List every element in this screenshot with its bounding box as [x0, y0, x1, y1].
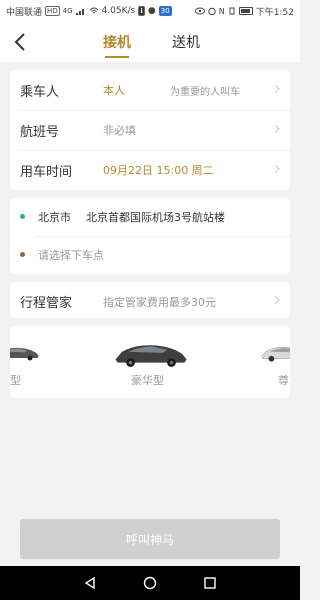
network-speed: 4.05K/s — [101, 6, 136, 16]
hd-badge: HD — [45, 6, 60, 16]
trip-form-card: 乘车人 本人 为重要的人叫车 航班号 非必填 用车时间 09月22日 15:00… — [10, 70, 290, 190]
car-icon[interactable] — [10, 340, 40, 366]
flight-label: 航班号 — [20, 124, 60, 140]
app-header: 接机 送机 — [0, 22, 300, 62]
car-type-label[interactable]: 型 — [10, 372, 21, 388]
location-card: 北京市 北京首都国际机场3号航站楼 请选择下车点 — [10, 198, 290, 274]
vibrate-icon — [229, 7, 235, 15]
system-nav-bar — [0, 566, 300, 600]
pickup-city[interactable]: 北京市 — [38, 209, 71, 225]
dropoff-location-row[interactable]: 请选择下车点 — [10, 236, 290, 274]
passenger-label: 乘车人 — [20, 84, 60, 100]
battery-icon — [238, 7, 253, 15]
car-type-luxury-label[interactable]: 豪华型 — [131, 372, 164, 388]
nav-back-icon — [84, 576, 95, 590]
pickup-dot-icon — [20, 214, 25, 219]
network-type: 4G — [62, 7, 73, 15]
nfc-icon: N — [218, 6, 225, 16]
time-label: 用车时间 — [20, 164, 73, 180]
back-arrow-icon — [14, 33, 25, 51]
pickup-location-row[interactable]: 北京市 北京首都国际机场3号航站楼 — [10, 198, 290, 236]
dropoff-input[interactable]: 请选择下车点 — [38, 247, 104, 263]
steward-value: 指定管家费用最多30元 — [103, 296, 216, 309]
nav-home-button[interactable] — [140, 573, 160, 593]
eye-icon — [194, 7, 205, 15]
app-notification-icon: ℹ — [138, 6, 145, 16]
chevron-right-icon — [274, 295, 280, 305]
alarm-icon — [208, 7, 216, 15]
tab-pickup[interactable]: 接机 — [103, 32, 131, 52]
call-for-others-hint[interactable]: 为重要的人叫车 — [170, 83, 240, 98]
chat-icon: ● — [147, 6, 156, 16]
nav-recents-button[interactable] — [200, 573, 220, 593]
nav-recents-icon — [204, 577, 216, 589]
time-value: 09月22日 15:00 周二 — [103, 164, 214, 177]
wifi-icon — [89, 7, 98, 14]
chevron-right-icon — [274, 84, 280, 94]
steward-label: 行程管家 — [20, 296, 73, 311]
luxury-car-icon[interactable] — [113, 340, 189, 368]
flight-row[interactable]: 航班号 非必填 — [10, 110, 290, 150]
active-tab-indicator — [105, 56, 129, 58]
flight-input[interactable]: 非必填 — [103, 122, 136, 138]
time-row[interactable]: 用车时间 09月22日 15:00 周二 — [10, 150, 290, 190]
premium-car-icon[interactable] — [260, 340, 290, 366]
passenger-row[interactable]: 乘车人 本人 为重要的人叫车 — [10, 70, 290, 110]
call-car-button[interactable]: 呼叫神马 — [20, 519, 280, 559]
signal-icon — [75, 9, 84, 15]
passenger-value: 本人 — [103, 84, 125, 97]
chevron-right-icon — [274, 124, 280, 134]
status-time: 下午1:52 — [255, 7, 294, 18]
carrier-name: 中国联通 — [6, 7, 43, 18]
dropoff-dot-icon — [20, 252, 25, 257]
tab-dropoff[interactable]: 送机 — [172, 32, 200, 52]
car-type-premium-label[interactable]: 尊 — [278, 372, 289, 388]
pickup-address[interactable]: 北京首都国际机场3号航站楼 — [86, 209, 225, 225]
nav-home-icon — [143, 576, 157, 590]
back-button[interactable] — [8, 28, 32, 56]
car-type-carousel[interactable]: 型 豪华型 尊 — [10, 326, 290, 398]
notification-badge: 30 — [158, 6, 172, 16]
chevron-right-icon — [274, 164, 280, 174]
nav-back-button[interactable] — [80, 573, 100, 593]
status-bar: 中国联通 HD 4G 4.05K/s ℹ ● 30 N 下午1:52 — [0, 0, 300, 22]
steward-card[interactable]: 行程管家 指定管家费用最多30元 — [10, 282, 290, 318]
